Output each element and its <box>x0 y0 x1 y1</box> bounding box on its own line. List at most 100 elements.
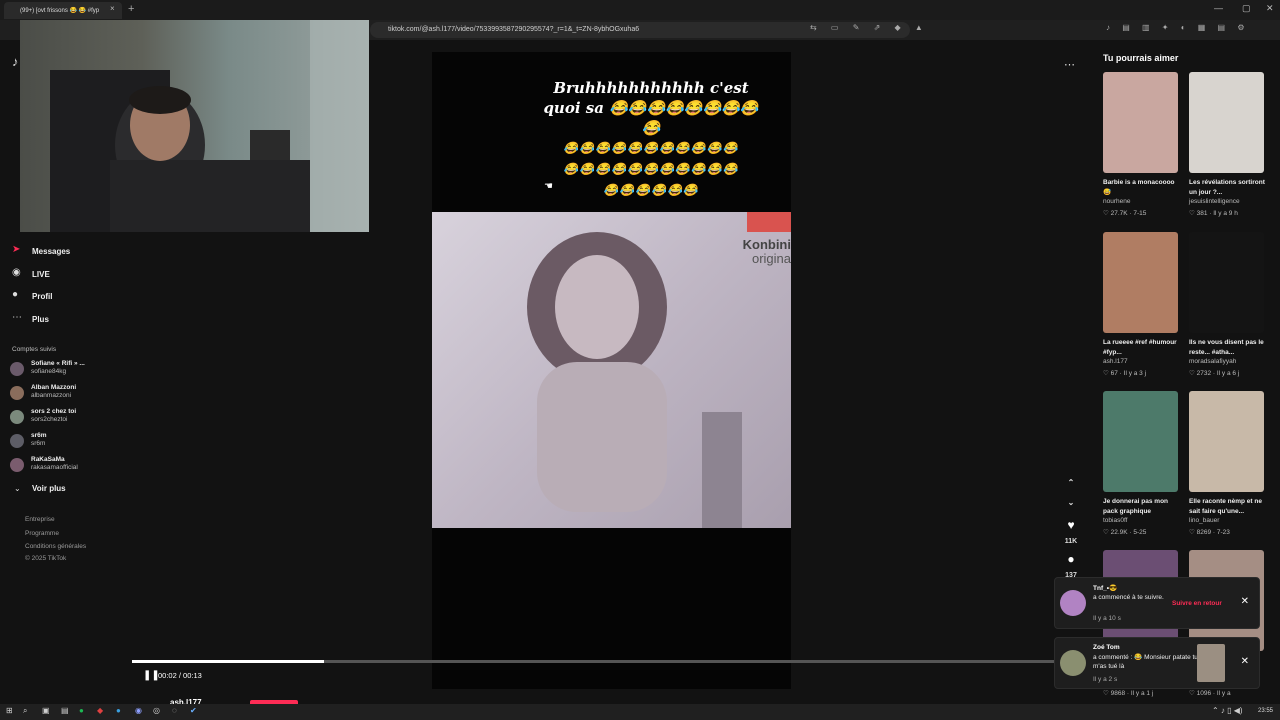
maximize-icon[interactable]: ▢ <box>1242 3 1251 14</box>
search-icon[interactable]: ⌕ <box>23 706 27 716</box>
card-meta: ♡ 1096 · Il y a <box>1189 690 1231 697</box>
footer-link-conditions[interactable]: Conditions générales <box>25 543 86 550</box>
tab-close-icon[interactable]: × <box>110 4 115 13</box>
browser-icon[interactable]: ◆ <box>97 706 103 715</box>
account-name: Alban Mazzoni <box>31 384 77 391</box>
taskbar-clock: 23:55 <box>1258 708 1274 714</box>
follow-back-button[interactable]: Suivre en retour <box>1172 600 1222 607</box>
video-thumbnail[interactable] <box>1189 391 1264 492</box>
caption-line: Bruhhhhhhhhhhh c'est <box>553 79 749 97</box>
taskview-icon[interactable]: ▣ <box>42 706 50 715</box>
tiktok-logo-icon[interactable]: ♪ <box>12 54 19 69</box>
card-title: Les révélations sortiront un jour ?... <box>1189 179 1265 196</box>
live-icon[interactable]: ◉ <box>12 267 21 278</box>
followed-account[interactable]: Sofiane « Rifi » ... sofiane84kg <box>10 358 130 380</box>
avatar <box>10 410 24 424</box>
more-options-icon[interactable]: ⋯ <box>1064 58 1075 71</box>
close-icon[interactable]: ✕ <box>1241 596 1249 607</box>
card-title: Elle raconte nèmp et ne sait faire qu'un… <box>1189 498 1262 515</box>
obs-icon[interactable]: ◎ <box>153 706 160 715</box>
chevron-up-icon[interactable]: ⌃ <box>1062 478 1080 487</box>
nav-live[interactable]: LIVE <box>32 270 50 279</box>
video-progress-fill[interactable] <box>132 660 324 663</box>
followed-account[interactable]: Alban Mazzoni albanmazzoni <box>10 382 130 404</box>
copyright: © 2025 TikTok <box>25 555 67 562</box>
app-icon[interactable]: ● <box>116 706 121 715</box>
account-name: RaKaSaMa <box>31 456 65 463</box>
webcam-overlay <box>20 20 369 232</box>
notification-user: Tnf_•😎 <box>1093 585 1118 592</box>
card-user[interactable]: jesuislintelligence <box>1189 198 1240 205</box>
card-meta: ♡ 2732 · Il y a 6 j <box>1189 370 1240 377</box>
account-handle: sofiane84kg <box>31 368 67 375</box>
avatar <box>1060 590 1086 616</box>
mouse-cursor-icon: ☚ <box>544 181 553 192</box>
card-user[interactable]: ash.l177 <box>1103 358 1128 365</box>
avatar <box>1060 650 1086 676</box>
app-icon[interactable]: ◌ <box>172 706 177 715</box>
see-more-button[interactable]: Voir plus <box>32 484 66 493</box>
followed-account[interactable]: sors 2 chez toi sors2cheztoi <box>10 406 130 428</box>
followed-account[interactable]: sr6m sr6m <box>10 430 130 452</box>
video-thumbnail[interactable] <box>1103 391 1178 492</box>
card-user[interactable]: nourhene <box>1103 198 1130 205</box>
nav-plus[interactable]: Plus <box>32 315 49 324</box>
account-handle: rakasamaofficial <box>31 464 78 471</box>
notification-toast[interactable]: Zoé Tom a commenté : 😂 Monsieur patate t… <box>1054 637 1260 689</box>
notification-user: Zoé Tom <box>1093 644 1120 651</box>
like-icon[interactable]: ♥ <box>1062 518 1080 532</box>
nav-profil[interactable]: Profil <box>32 292 52 301</box>
footer-link-programme[interactable]: Programme <box>25 530 59 537</box>
video-thumbnail[interactable] <box>1103 232 1178 333</box>
video-time: 00:02 / 00:13 <box>158 671 202 680</box>
video-thumbnail[interactable] <box>1103 72 1178 173</box>
paper-plane-icon[interactable]: ➤ <box>12 244 20 255</box>
explorer-icon[interactable]: ▤ <box>61 706 69 715</box>
avatar <box>10 458 24 472</box>
minimize-icon[interactable]: — <box>1214 3 1223 13</box>
card-meta: ♡ 67 · Il y a 3 j <box>1103 370 1147 377</box>
system-tray-icons[interactable]: ⌃ ♪ ▯ ◀) <box>1212 706 1243 715</box>
card-meta: ♡ 9868 · Il y a 1 j <box>1103 690 1154 697</box>
new-tab-button[interactable]: + <box>128 3 134 15</box>
video-thumbnail[interactable] <box>1189 72 1264 173</box>
caption-emoji-line: 😂😂😂😂😂😂 <box>603 183 699 197</box>
card-title: Je donnerai pas mon pack graphique <box>1103 498 1169 515</box>
card-title: Barbie is a monacoooo 😅 <box>1103 179 1175 196</box>
video-clip-frame <box>432 212 791 528</box>
like-count: 11K <box>1064 538 1078 545</box>
video-thumbnail[interactable] <box>1189 232 1264 333</box>
extension-icons[interactable]: ♪ ▤ ▥ ✦ ◐ ▦ ▤ ⚙ <box>1106 23 1250 32</box>
nav-messages[interactable]: Messages <box>32 247 70 256</box>
clip-image <box>527 212 791 528</box>
caption-emoji-line: 😂😂😂😂😂😂😂😂😂😂😂 <box>563 141 739 155</box>
app-icon[interactable]: ✔ <box>190 706 197 715</box>
card-user[interactable]: lino_bauer <box>1189 517 1219 524</box>
notification-toast[interactable]: Tnf_•😎 a commencé à te suivre. Il y a 10… <box>1054 577 1260 629</box>
more-icon[interactable]: ⋯ <box>12 312 22 323</box>
spotify-icon[interactable]: ● <box>79 706 84 715</box>
browser-tab-bar <box>0 0 1280 20</box>
close-icon[interactable]: ✕ <box>1241 656 1249 667</box>
followed-account[interactable]: RaKaSaMa rakasamaofficial <box>10 454 130 476</box>
avatar <box>10 434 24 448</box>
following-title: Comptes suivis <box>12 346 57 353</box>
footer-link-entreprise[interactable]: Entreprise <box>25 516 55 523</box>
card-user[interactable]: moradsalafiyyah <box>1189 358 1236 365</box>
comment-icon[interactable]: ● <box>1062 552 1080 566</box>
close-window-icon[interactable]: ✕ <box>1266 3 1274 14</box>
card-title: La rueeee #ref #humour #fyp... <box>1103 339 1177 356</box>
profile-icon[interactable]: ● <box>12 289 18 300</box>
discord-icon[interactable]: ◉ <box>135 706 142 715</box>
avatar <box>10 386 24 400</box>
account-name: Sofiane « Rifi » ... <box>31 360 85 367</box>
account-handle: sr6m <box>31 440 46 447</box>
notification-time: Il y a 10 s <box>1093 615 1121 622</box>
card-user[interactable]: tobias0ff <box>1103 517 1127 524</box>
windows-start-icon[interactable]: ⊞ <box>6 706 13 715</box>
chevron-down-icon[interactable]: ⌄ <box>14 484 21 493</box>
chevron-down-icon[interactable]: ⌄ <box>1062 498 1080 507</box>
url-action-icons[interactable]: ⇆ ▭ ✎ ⇗ ◆ ▲ <box>810 23 929 32</box>
browser-tab[interactable]: (99+) [ovt frissons 😂 😂 #fyp <box>4 2 122 19</box>
card-meta: ♡ 22.9K · 5-25 <box>1103 529 1147 536</box>
